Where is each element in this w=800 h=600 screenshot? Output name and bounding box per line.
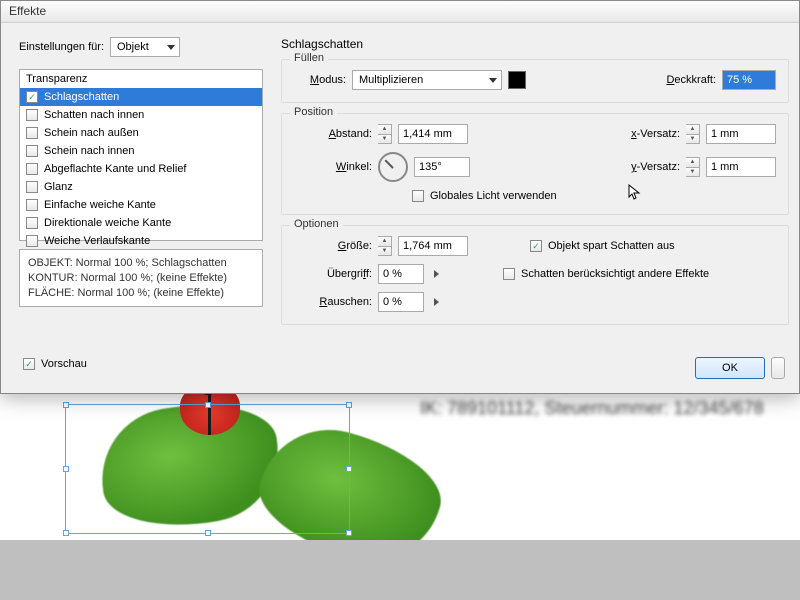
effect-item-drop-shadow[interactable]: ✓Schlagschatten — [20, 88, 262, 106]
effect-item-basic-feather[interactable]: Einfache weiche Kante — [20, 196, 262, 214]
knockout-label: Objekt spart Schatten aus — [548, 240, 675, 252]
selection-frame[interactable] — [65, 404, 350, 534]
position-group: Position Abstand: ▲▼ 1,414 mm x-Versatz:… — [281, 113, 789, 215]
section-heading: Schlagschatten — [281, 37, 789, 51]
global-light-label: Globales Licht verwenden — [430, 190, 557, 202]
settings-for-label: Einstellungen für: — [19, 41, 104, 53]
size-spinner[interactable]: ▲▼ — [378, 236, 392, 256]
preview-label: Vorschau — [41, 358, 87, 370]
flyout-icon[interactable] — [434, 298, 439, 306]
noise-input[interactable]: 0 % — [378, 292, 424, 312]
document-text: IK: 789101112, Steuernummer: 12/345/678 — [420, 398, 764, 419]
fill-group: Füllen Modus: Multiplizieren Deckkraft: … — [281, 59, 789, 103]
checkbox-icon[interactable] — [26, 109, 38, 121]
xoffset-spinner[interactable]: ▲▼ — [686, 124, 700, 144]
blend-mode-dropdown[interactable]: Multiplizieren — [352, 70, 502, 90]
effect-item-inner-glow[interactable]: Schein nach innen — [20, 142, 262, 160]
checkbox-icon[interactable] — [26, 145, 38, 157]
yoffset-input[interactable]: 1 mm — [706, 157, 776, 177]
options-legend: Optionen — [290, 218, 343, 230]
cancel-button[interactable] — [771, 357, 785, 379]
preview-checkbox[interactable]: ✓ — [23, 358, 35, 370]
pasteboard — [0, 540, 800, 600]
settings-for-dropdown[interactable]: Objekt — [110, 37, 180, 57]
settings-for-value: Objekt — [117, 41, 149, 53]
effect-item-transparency[interactable]: Transparenz — [20, 70, 262, 88]
effect-item-bevel[interactable]: Abgeflachte Kante und Relief — [20, 160, 262, 178]
effects-summary: OBJEKT: Normal 100 %; Schlagschatten KON… — [19, 249, 263, 307]
effects-list[interactable]: Transparenz ✓Schlagschatten Schatten nac… — [19, 69, 263, 241]
global-light-checkbox[interactable] — [412, 190, 424, 202]
distance-input[interactable]: 1,414 mm — [398, 124, 468, 144]
chevron-down-icon — [167, 45, 175, 50]
opacity-input[interactable]: 75 % — [722, 70, 776, 90]
checkbox-icon[interactable] — [26, 199, 38, 211]
angle-input[interactable]: 135° — [414, 157, 470, 177]
distance-spinner[interactable]: ▲▼ — [378, 124, 392, 144]
angle-dial[interactable] — [378, 152, 408, 182]
checkbox-icon[interactable] — [26, 217, 38, 229]
yoffset-spinner[interactable]: ▲▼ — [686, 157, 700, 177]
honors-label: Schatten berücksichtigt andere Effekte — [521, 268, 709, 280]
checkbox-icon[interactable] — [26, 181, 38, 193]
ok-button[interactable]: OK — [695, 357, 765, 379]
knockout-checkbox[interactable]: ✓ — [530, 240, 542, 252]
dialog-title: Effekte — [1, 1, 799, 23]
fill-legend: Füllen — [290, 52, 328, 64]
options-group: Optionen Größe: ▲▼ 1,764 mm ✓ Objekt spa… — [281, 225, 789, 325]
effects-dialog: Effekte Einstellungen für: Objekt Transp… — [0, 0, 800, 394]
color-swatch[interactable] — [508, 71, 526, 89]
size-input[interactable]: 1,764 mm — [398, 236, 468, 256]
effect-item-inner-shadow[interactable]: Schatten nach innen — [20, 106, 262, 124]
effect-item-satin[interactable]: Glanz — [20, 178, 262, 196]
honors-checkbox[interactable] — [503, 268, 515, 280]
effect-item-gradient-feather[interactable]: Weiche Verlaufskante — [20, 232, 262, 250]
checkbox-icon[interactable] — [26, 127, 38, 139]
checkbox-icon[interactable]: ✓ — [26, 91, 38, 103]
checkbox-icon[interactable] — [26, 163, 38, 175]
chevron-down-icon — [489, 78, 497, 83]
spread-input[interactable]: 0 % — [378, 264, 424, 284]
xoffset-input[interactable]: 1 mm — [706, 124, 776, 144]
flyout-icon[interactable] — [434, 270, 439, 278]
effect-item-directional-feather[interactable]: Direktionale weiche Kante — [20, 214, 262, 232]
position-legend: Position — [290, 106, 337, 118]
checkbox-icon[interactable] — [26, 235, 38, 247]
effect-item-outer-glow[interactable]: Schein nach außen — [20, 124, 262, 142]
